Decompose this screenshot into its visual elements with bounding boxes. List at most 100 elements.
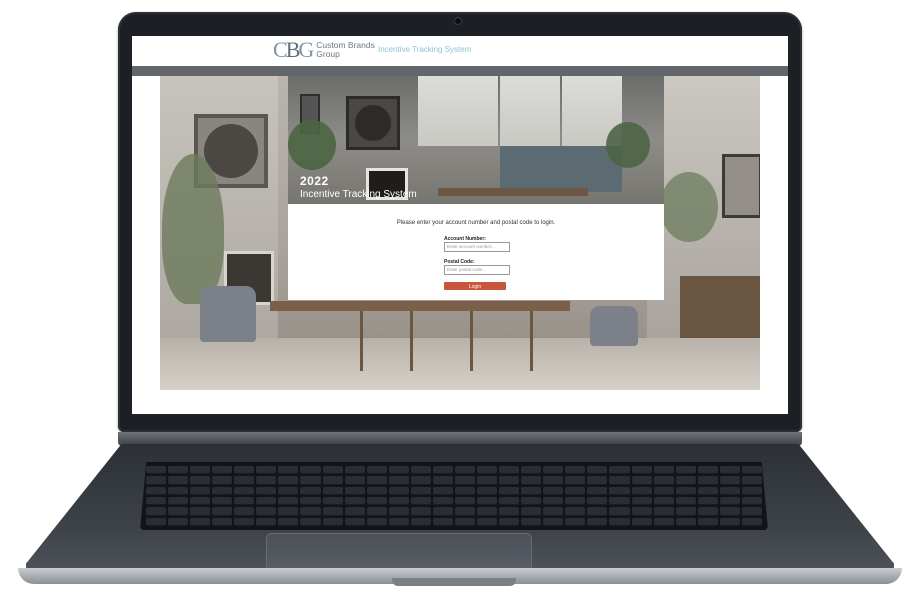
keyboard-key [741,517,762,526]
keyboard-key [234,476,255,485]
keyboard-key [499,476,520,485]
keyboard-key [432,517,453,526]
keyboard-key [697,466,718,475]
keyboard-key [653,517,674,526]
keyboard-key [300,507,321,516]
keyboard-key [477,517,498,526]
keyboard-key [344,486,365,495]
laptop: CBG Custom Brands Group Incentive Tracki… [0,0,908,595]
keyboard-key [675,507,696,516]
keyboard-key [432,507,453,516]
keyboard-key [300,466,321,475]
keyboard-key [432,476,453,485]
keyboard-key [388,476,409,485]
keyboard-key [410,476,431,485]
keyboard-key [410,466,431,475]
hero-window-blind [418,76,498,146]
keyboard-key [344,517,365,526]
keyboard-key [587,466,608,475]
keyboard-key [587,486,608,495]
keyboard-key [322,466,343,475]
keyboard-key [653,486,674,495]
keyboard-key [366,496,387,506]
bg-chair [590,306,638,346]
keyboard-key [212,496,233,506]
keyboard-key [300,496,321,506]
keyboard-key [741,466,762,475]
keyboard-key [256,486,277,495]
logo-text: Custom Brands Group [316,41,375,59]
site-footer [132,390,788,414]
keyboard-key [543,496,564,506]
bg-wall-art-right [722,154,760,218]
keyboard-key [741,486,762,495]
keyboard-key [631,517,652,526]
keyboard-key [565,507,586,516]
keyboard-key [278,517,299,526]
keyboard-key [256,466,277,475]
keyboard-key [322,517,343,526]
bg-console-table [680,276,760,346]
keyboard-key [234,466,255,475]
login-button[interactable]: Login [444,282,506,290]
keyboard-key [278,476,299,485]
keyboard-key [410,507,431,516]
bg-dining-table [270,301,570,311]
keyboard-key [300,476,321,485]
keyboard-key [278,507,299,516]
keyboard-key [410,517,431,526]
laptop-lid-notch [392,578,516,586]
bg-chair-leg [360,311,363,371]
keyboard-key [256,496,277,506]
keyboard-key [609,486,630,495]
keyboard-key [719,517,740,526]
keyboard-key [477,496,498,506]
keyboard-key [631,486,652,495]
keyboard-key [168,466,189,475]
keyboard-key [697,486,718,495]
site-subtitle: Incentive Tracking System [378,45,472,54]
keyboard-key [675,517,696,526]
keyboard-key [719,466,740,475]
bg-plant-left [162,154,224,304]
keyboard-key [675,476,696,485]
keyboard-key [675,466,696,475]
keyboard-key [675,496,696,506]
keyboard-key [653,466,674,475]
keyboard-key [366,466,387,475]
login-form: Please enter your account number and pos… [288,204,664,300]
keyboard-key [432,466,453,475]
keyboard-key [454,466,476,475]
keyboard-key [631,466,652,475]
account-number-input[interactable]: Enter account number... [444,242,510,252]
cbg-logo-mark: CBG [273,37,314,62]
keyboard-key [587,517,608,526]
keyboard-key [212,507,233,516]
cbg-logo[interactable]: CBG Custom Brands Group [273,39,375,61]
keyboard-key [234,507,255,516]
keyboard-key [322,496,343,506]
keyboard-key [190,476,211,485]
keyboard-key [543,466,564,475]
keyboard-key [344,476,365,485]
keyboard-key [234,517,255,526]
keyboard-key [565,476,586,485]
keyboard-key [146,517,167,526]
keyboard-key [410,496,431,506]
keyboard-key [609,496,630,506]
keyboard-key [388,496,409,506]
keyboard-key [477,476,498,485]
keyboard-key [477,466,498,475]
laptop-screen-bezel: CBG Custom Brands Group Incentive Tracki… [118,12,802,432]
hero-image: 2022 Incentive Tracking System [288,76,664,204]
keyboard-key [388,466,409,475]
keyboard-key [146,476,167,485]
keyboard-key [410,486,431,495]
webcam-icon [455,18,461,24]
keyboard-key [212,517,233,526]
keyboard-key [587,476,608,485]
keyboard-key [697,476,718,485]
keyboard-key [388,517,409,526]
keyboard-key [719,507,740,516]
postal-code-input[interactable]: Enter postal code... [444,265,510,275]
